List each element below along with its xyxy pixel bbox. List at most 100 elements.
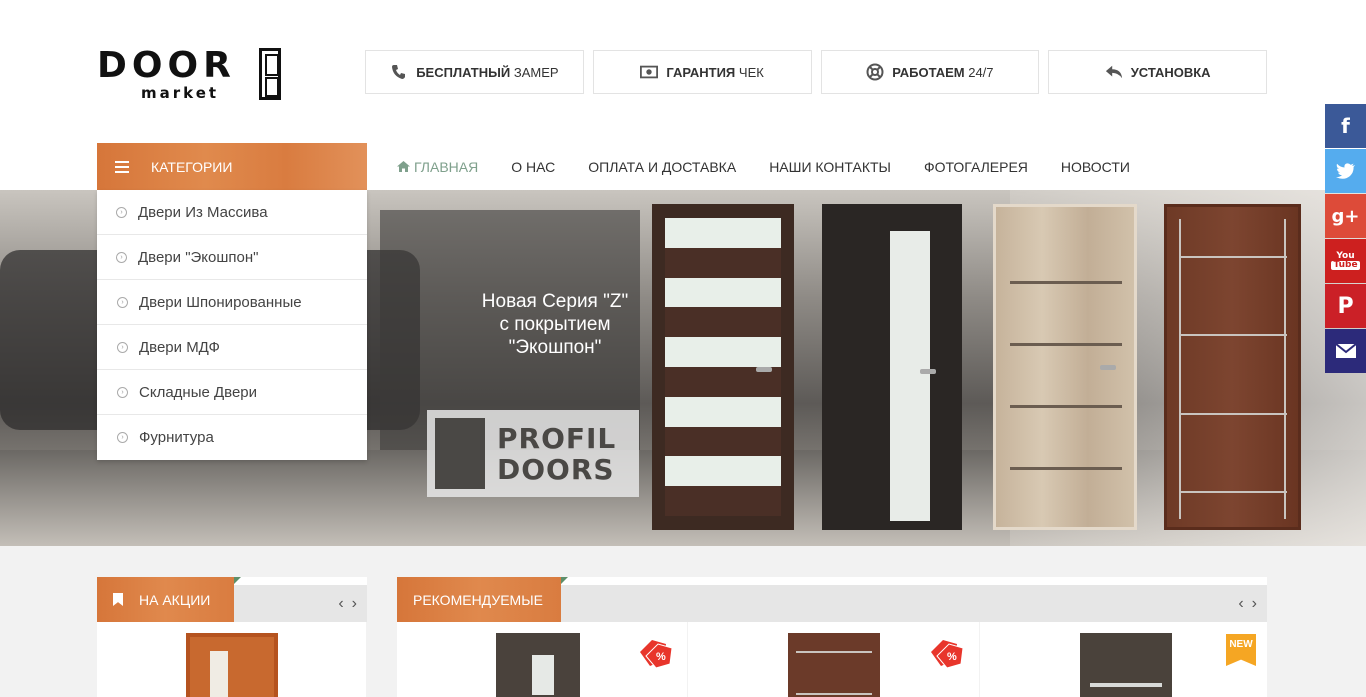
- nav-home-label: ГЛАВНАЯ: [414, 158, 479, 175]
- door-image-light: [993, 204, 1137, 530]
- recommended-title: РЕКОМЕНДУЕМЫЕ: [413, 591, 543, 608]
- pinterest-icon[interactable]: P: [1325, 284, 1366, 328]
- feature-boxes: БЕСПЛАТНЫЙ ЗАМЕР ГАРАНТИЯ ЧЕК РАБОТАЕМ 2…: [365, 50, 1267, 94]
- banner-line: "Экошпон": [508, 337, 602, 358]
- twitter-icon[interactable]: [1325, 149, 1366, 193]
- categories-title: КАТЕГОРИИ: [151, 158, 233, 175]
- phone-icon: [390, 63, 408, 81]
- category-label: Двери МДФ: [139, 338, 220, 356]
- feature-free-measure[interactable]: БЕСПЛАТНЫЙ ЗАМЕР: [365, 50, 584, 94]
- money-icon: [640, 63, 659, 81]
- chevron-right-icon: ›: [116, 251, 127, 263]
- chevron-right-icon: ›: [117, 432, 128, 443]
- category-label: Двери Шпонированные: [139, 293, 302, 311]
- nav-item-gallery[interactable]: ФОТОГАЛЕРЕЯ: [924, 159, 1028, 175]
- chevron-right-icon: ›: [116, 206, 127, 218]
- category-item[interactable]: › Двери МДФ: [97, 325, 367, 370]
- feature-bold: ГАРАНТИЯ: [666, 64, 736, 80]
- door-handle: [1100, 365, 1116, 370]
- product-image: [496, 633, 580, 697]
- lifebuoy-icon: [866, 63, 884, 81]
- category-label: Складные Двери: [139, 383, 258, 401]
- svg-text:%: %: [656, 651, 666, 663]
- product-sections: НА АКЦИИ ‹ › РЕКОМЕНДУЕМЫЕ ‹ › % % NEW: [0, 546, 1366, 697]
- profil-logo-square: [435, 418, 485, 489]
- profil-doors-logo: PROFIL DOORS: [427, 410, 639, 497]
- social-sidebar: f g+ You Tube P: [1325, 104, 1366, 374]
- chevron-right-icon: ›: [117, 341, 128, 353]
- category-item[interactable]: › Двери "Экошпон": [97, 235, 367, 280]
- category-item[interactable]: › Двери Из Массива: [97, 190, 367, 235]
- menu-icon: [115, 160, 129, 173]
- sale-tag: НА АКЦИИ: [97, 577, 241, 622]
- product-image: [186, 633, 278, 697]
- carousel-arrows: ‹ ›: [1238, 585, 1257, 622]
- feature-bold: БЕСПЛАТНЫЙ: [416, 64, 511, 80]
- recommended-box: РЕКОМЕНДУЕМЫЕ ‹ › % % NEW: [397, 577, 1267, 697]
- product-card[interactable]: %: [397, 622, 688, 697]
- logo-sub: market: [141, 84, 220, 102]
- site-logo[interactable]: DOOR market: [97, 46, 287, 106]
- bookmark-icon: [113, 593, 123, 606]
- banner-line: Новая Серия "Z": [481, 291, 629, 312]
- feature-rest: ЧЕК: [738, 64, 764, 80]
- logo-door-icon: [259, 48, 281, 100]
- chevron-left-icon[interactable]: ‹: [338, 595, 343, 613]
- nav-item-news[interactable]: НОВОСТИ: [1061, 159, 1130, 175]
- category-label: Двери "Экошпон": [138, 248, 259, 266]
- door-handle: [920, 369, 936, 374]
- feature-bold: РАБОТАЕМ: [892, 64, 965, 80]
- category-label: Фурнитура: [139, 429, 214, 446]
- google-plus-icon[interactable]: g+: [1325, 194, 1366, 238]
- feature-guarantee[interactable]: ГАРАНТИЯ ЧЕК: [592, 50, 812, 94]
- product-card[interactable]: [97, 622, 367, 697]
- door-image-striped: [652, 204, 794, 530]
- category-item[interactable]: › Двери Шпонированные: [97, 280, 367, 325]
- sale-box: НА АКЦИИ ‹ ›: [97, 577, 367, 697]
- reply-icon: [1105, 63, 1123, 81]
- feature-rest: ЗАМЕР: [513, 64, 559, 80]
- chevron-right-icon[interactable]: ›: [352, 595, 357, 613]
- carousel-arrows: ‹ ›: [338, 585, 357, 622]
- chevron-right-icon: ›: [117, 296, 128, 308]
- feature-bold: УСТАНОВКА: [1130, 64, 1211, 80]
- youtube-icon[interactable]: You Tube: [1325, 239, 1366, 283]
- nav-item-contacts[interactable]: НАШИ КОНТАКТЫ: [769, 159, 891, 175]
- category-item[interactable]: › Складные Двери: [97, 370, 367, 415]
- banner-headline: Новая Серия "Z" с покрытием "Экошпон": [440, 290, 670, 359]
- feature-rest: 24/7: [968, 64, 994, 80]
- door-image-brown: [1164, 204, 1301, 530]
- door-image-dark: [822, 204, 962, 530]
- categories-toggle[interactable]: КАТЕГОРИИ: [97, 143, 367, 190]
- chevron-left-icon[interactable]: ‹: [1238, 595, 1243, 613]
- category-label: Двери Из Массива: [138, 203, 268, 221]
- main-nav: ГЛАВНАЯ О НАС ОПЛАТА И ДОСТАВКА НАШИ КОН…: [397, 143, 1130, 190]
- sale-title: НА АКЦИИ: [139, 591, 211, 608]
- svg-text:%: %: [947, 651, 957, 663]
- feature-24-7[interactable]: РАБОТАЕМ 24/7: [820, 50, 1040, 94]
- sale-percent-icon: %: [931, 640, 964, 668]
- product-card[interactable]: NEW: [981, 622, 1267, 697]
- chevron-right-icon[interactable]: ›: [1252, 595, 1257, 613]
- nav-item-about[interactable]: О НАС: [511, 159, 555, 175]
- category-item[interactable]: › Фурнитура: [97, 415, 367, 460]
- chevron-right-icon: ›: [117, 386, 128, 398]
- sale-percent-icon: %: [640, 640, 673, 668]
- email-icon[interactable]: [1325, 329, 1366, 373]
- home-icon: [397, 159, 410, 175]
- product-card[interactable]: %: [689, 622, 980, 697]
- categories-list: › Двери Из Массива › Двери "Экошпон" › Двер…: [97, 190, 367, 460]
- nav-home[interactable]: ГЛАВНАЯ: [397, 159, 478, 175]
- brand-line: DOORS: [497, 452, 615, 486]
- door-handle: [756, 367, 772, 372]
- product-image: [788, 633, 880, 697]
- feature-installation[interactable]: УСТАНОВКА: [1048, 50, 1267, 94]
- banner-line: с покрытием: [499, 314, 611, 335]
- nav-item-payment[interactable]: ОПЛАТА И ДОСТАВКА: [588, 159, 736, 175]
- new-badge: NEW: [1226, 634, 1256, 666]
- product-image: [1080, 633, 1172, 697]
- facebook-icon[interactable]: f: [1325, 104, 1366, 148]
- brand-line: PROFIL: [497, 421, 617, 455]
- recommended-tag: РЕКОМЕНДУЕМЫЕ: [397, 577, 568, 622]
- logo-word: DOOR: [97, 45, 236, 86]
